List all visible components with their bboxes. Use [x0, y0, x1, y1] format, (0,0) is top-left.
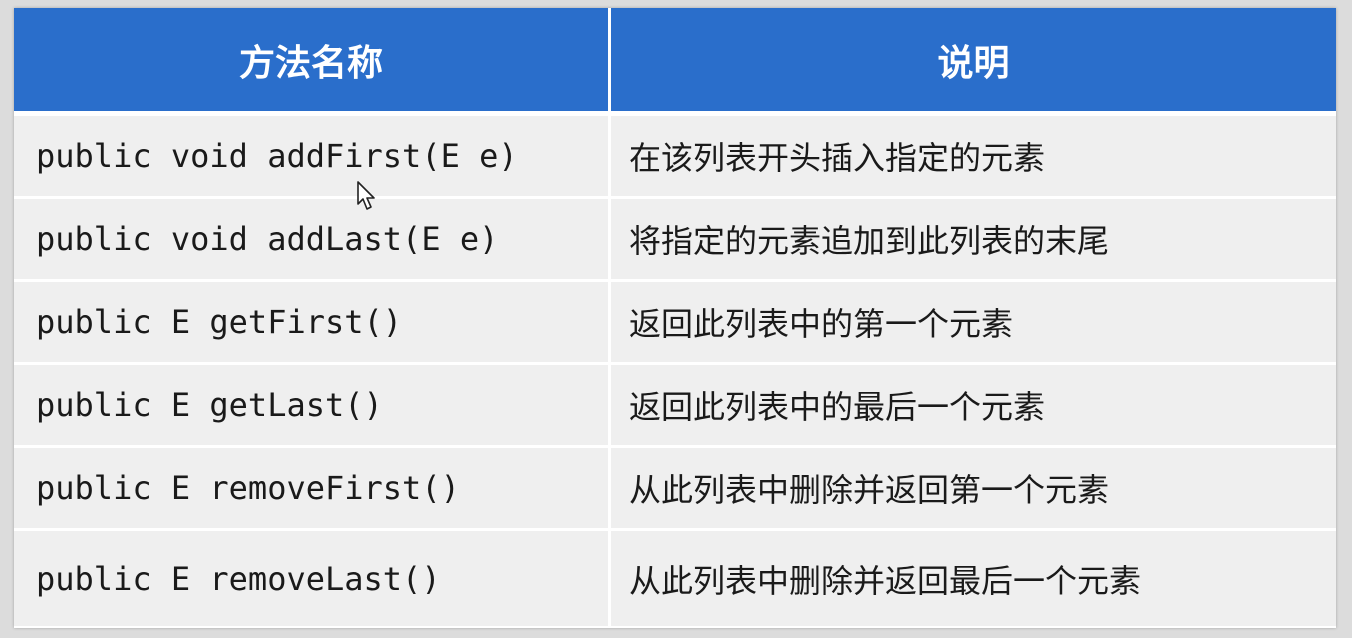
method-cell: public void addFirst(E e)	[14, 114, 611, 197]
method-cell: public E removeFirst()	[14, 446, 611, 529]
mouse-pointer-icon	[357, 181, 375, 210]
method-table: 方法名称 说明 public void addFirst(E e) 在该列表开头…	[14, 8, 1336, 627]
table-header-row: 方法名称 说明	[14, 8, 1336, 114]
slide-frame: 方法名称 说明 public void addFirst(E e) 在该列表开头…	[0, 0, 1352, 638]
method-cell: public E getFirst()	[14, 280, 611, 363]
method-cell: public E removeLast()	[14, 529, 611, 627]
header-description: 说明	[611, 8, 1336, 114]
table-row: public E removeFirst() 从此列表中删除并返回第一个元素	[14, 446, 1336, 529]
description-cell: 从此列表中删除并返回最后一个元素	[611, 529, 1336, 627]
description-cell: 从此列表中删除并返回第一个元素	[611, 446, 1336, 529]
table-row: public E getFirst() 返回此列表中的第一个元素	[14, 280, 1336, 363]
description-cell: 在该列表开头插入指定的元素	[611, 114, 1336, 197]
table-row: public void addFirst(E e) 在该列表开头插入指定的元素	[14, 114, 1336, 197]
table-row: public E removeLast() 从此列表中删除并返回最后一个元素	[14, 529, 1336, 627]
table-row: public E getLast() 返回此列表中的最后一个元素	[14, 363, 1336, 446]
method-cell: public E getLast()	[14, 363, 611, 446]
description-cell: 返回此列表中的最后一个元素	[611, 363, 1336, 446]
header-method-name: 方法名称	[14, 8, 611, 114]
description-cell: 返回此列表中的第一个元素	[611, 280, 1336, 363]
method-cell: public void addLast(E e)	[14, 197, 611, 280]
method-table-container: 方法名称 说明 public void addFirst(E e) 在该列表开头…	[14, 8, 1336, 628]
description-cell: 将指定的元素追加到此列表的末尾	[611, 197, 1336, 280]
table-row: public void addLast(E e) 将指定的元素追加到此列表的末尾	[14, 197, 1336, 280]
